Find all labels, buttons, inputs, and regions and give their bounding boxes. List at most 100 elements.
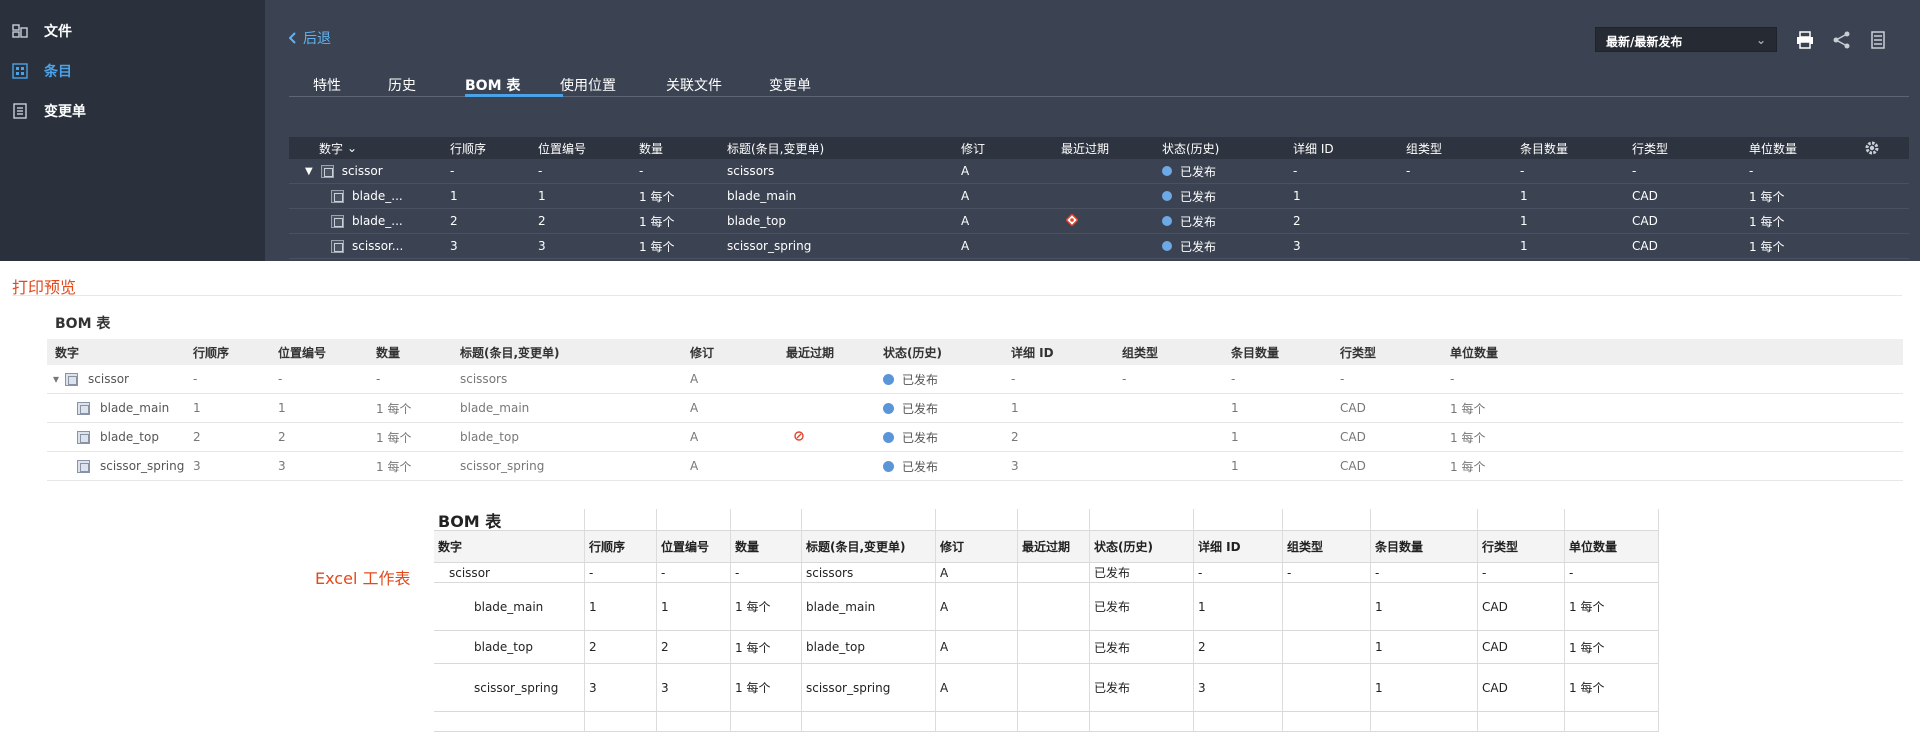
cell-title: scissors [727, 164, 775, 178]
tab-change-orders[interactable]: 变更单 [769, 75, 811, 95]
excel-cell-status: 已发布 [1090, 563, 1194, 582]
print-cell-number: ▾ scissor [53, 365, 129, 393]
sidebar-item-change-orders[interactable]: 变更单 [12, 98, 86, 124]
tab-history[interactable]: 历史 [388, 75, 416, 95]
bom-row[interactable]: blade_... 1 1 1 每个 blade_main A 已发布 1 1 CAD 1 每个 [289, 184, 1909, 209]
excel-cell-status [1090, 509, 1194, 530]
release-filter-value: 最新/最新发布 [1606, 35, 1683, 49]
column-header-qty[interactable]: 数量 [639, 137, 663, 159]
expired-marker-icon [1065, 212, 1079, 229]
excel-cell-seq: - [585, 563, 657, 582]
cell-row-type: CAD [1632, 239, 1658, 253]
excel-cell-number [434, 712, 585, 731]
item-number[interactable]: scissor [342, 164, 383, 178]
print-cell-qty: - [376, 372, 381, 386]
excel-cell-qty: 1 每个 [731, 631, 802, 663]
cell-row-type: - [1632, 164, 1637, 178]
cell-row-type: CAD [1632, 214, 1658, 228]
excel-cell-qty: 数量 [731, 531, 802, 562]
excel-cell-title [802, 712, 936, 731]
cell-title: blade_main [727, 189, 797, 203]
print-icon[interactable] [1795, 30, 1815, 50]
excel-cell-item-count: 1 [1371, 631, 1478, 663]
excel-cell-seq: 1 [585, 583, 657, 630]
column-header-detail-id[interactable]: 详细 ID [1293, 137, 1334, 159]
excel-row: blade_top 2 2 1 每个 blade_top A 已发布 2 1 CAD 1 每个 [434, 631, 1659, 664]
item-number: scissor [88, 372, 129, 386]
excel-cell-item-count [1371, 712, 1478, 731]
files-icon [12, 23, 28, 39]
column-header-revision[interactable]: 修订 [961, 137, 985, 159]
print-column-row-type: 行类型 [1340, 345, 1377, 360]
print-cell-status: 已发布 [883, 423, 938, 451]
excel-cell-item-count: - [1371, 563, 1478, 582]
print-cell-number: blade_top [77, 423, 159, 451]
print-column-status: 状态(历史) [883, 345, 942, 360]
item-grid-icon [12, 63, 28, 79]
item-number[interactable]: blade_... [352, 214, 403, 228]
item-icon [77, 430, 90, 444]
excel-cell-unit-qty: 1 每个 [1565, 664, 1659, 711]
cell-qty: - [639, 164, 644, 178]
column-header-item-count[interactable]: 条目数量 [1520, 137, 1568, 159]
chevron-down-icon: ⌄ [1755, 33, 1766, 47]
column-settings-icon[interactable] [1864, 137, 1880, 159]
excel-cell-title: blade_main [802, 583, 936, 630]
tab-properties[interactable]: 特性 [313, 75, 341, 95]
tab-where-used[interactable]: 使用位置 [560, 75, 616, 95]
excel-cell-item-count: 1 [1371, 583, 1478, 630]
expand-toggle-icon[interactable]: ▼ [305, 166, 313, 177]
sidebar-item-label: 条目 [44, 64, 72, 80]
column-header-status[interactable]: 状态(历史) [1162, 137, 1219, 159]
print-column-item-count: 条目数量 [1231, 345, 1280, 360]
status-text: 已发布 [902, 430, 939, 445]
tab-bom[interactable]: BOM 表 [465, 75, 520, 95]
print-cell-row-type: CAD [1340, 459, 1366, 473]
column-header-number[interactable]: 数字 ⌄ [319, 137, 357, 159]
print-cell-unit-qty: 1 每个 [1450, 459, 1486, 474]
print-row: blade_main 1 1 1 每个 blade_main A 已发布 1 1 CAD 1 每个 [47, 394, 1903, 423]
column-header-row-type[interactable]: 行类型 [1632, 137, 1668, 159]
column-header-unit-qty[interactable]: 单位数量 [1749, 137, 1797, 159]
cell-item-count: - [1520, 164, 1525, 178]
bom-row[interactable]: scissor... 3 3 1 每个 scissor_spring A 已发布 3 1 CAD 1… [289, 234, 1909, 259]
print-column-title: 标题(条目,变更单) [460, 345, 560, 360]
print-cell-item-count: 1 [1231, 401, 1239, 415]
active-tab-indicator [465, 94, 563, 97]
item-icon [331, 214, 344, 228]
column-header-group-type[interactable]: 组类型 [1406, 137, 1442, 159]
column-header-expired[interactable]: 最近过期 [1061, 137, 1109, 159]
main-panel: 后退 最新/最新发布 ⌄ 特性 历史 BOM 表 使用位置 关联文件 变更单 数… [265, 0, 1920, 261]
sidebar-item-files[interactable]: 文件 [12, 18, 72, 44]
sidebar-item-items[interactable]: 条目 [12, 58, 72, 84]
change-order-icon [12, 103, 28, 119]
cell-status: 已发布 [1162, 209, 1216, 233]
excel-title-row: BOM 表 [434, 509, 1659, 531]
back-link[interactable]: 后退 [289, 28, 331, 48]
cell-qty: 1 每个 [639, 189, 675, 204]
tab-attachments[interactable]: 关联文件 [666, 75, 722, 95]
column-header-position[interactable]: 位置编号 [538, 137, 586, 159]
bom-row[interactable]: blade_... 2 2 1 每个 blade_top A 已发布 2 1 CAD 1 每个 [289, 209, 1909, 234]
cell-expired [1065, 209, 1079, 233]
print-cell-group-type: - [1122, 372, 1127, 386]
share-icon[interactable] [1832, 30, 1852, 50]
print-row: ▾ scissor - - - scissors A 已发布 - - - - - [47, 365, 1903, 394]
details-panel-icon[interactable] [1868, 30, 1888, 50]
item-icon [331, 239, 344, 253]
column-header-seq[interactable]: 行顺序 [450, 137, 486, 159]
excel-cell-number: scissor [434, 563, 585, 582]
item-number[interactable]: blade_... [352, 189, 403, 203]
bom-table: 数字 ⌄ 行顺序 位置编号 数量 标题(条目,变更单) 修订 最近过期 状态(历史… [289, 137, 1909, 259]
release-filter-select[interactable]: 最新/最新发布 ⌄ [1595, 27, 1777, 52]
cell-row-type: CAD [1632, 189, 1658, 203]
column-header-title[interactable]: 标题(条目,变更单) [727, 137, 824, 159]
bom-row[interactable]: ▼ scissor - - - scissors A 已发布 - - - - - [289, 159, 1909, 184]
print-cell-row-type: CAD [1340, 401, 1366, 415]
print-preview-table: 数字 行顺序 位置编号 数量 标题(条目,变更单) 修订 最近过期 状态(历史) 详细 ID 组类… [47, 339, 1903, 481]
status-dot [883, 431, 894, 443]
cell-detail-id: - [1293, 164, 1298, 178]
item-number[interactable]: scissor... [352, 239, 403, 253]
excel-cell-detail-id: 2 [1194, 631, 1283, 663]
print-cell-revision: A [690, 372, 699, 386]
